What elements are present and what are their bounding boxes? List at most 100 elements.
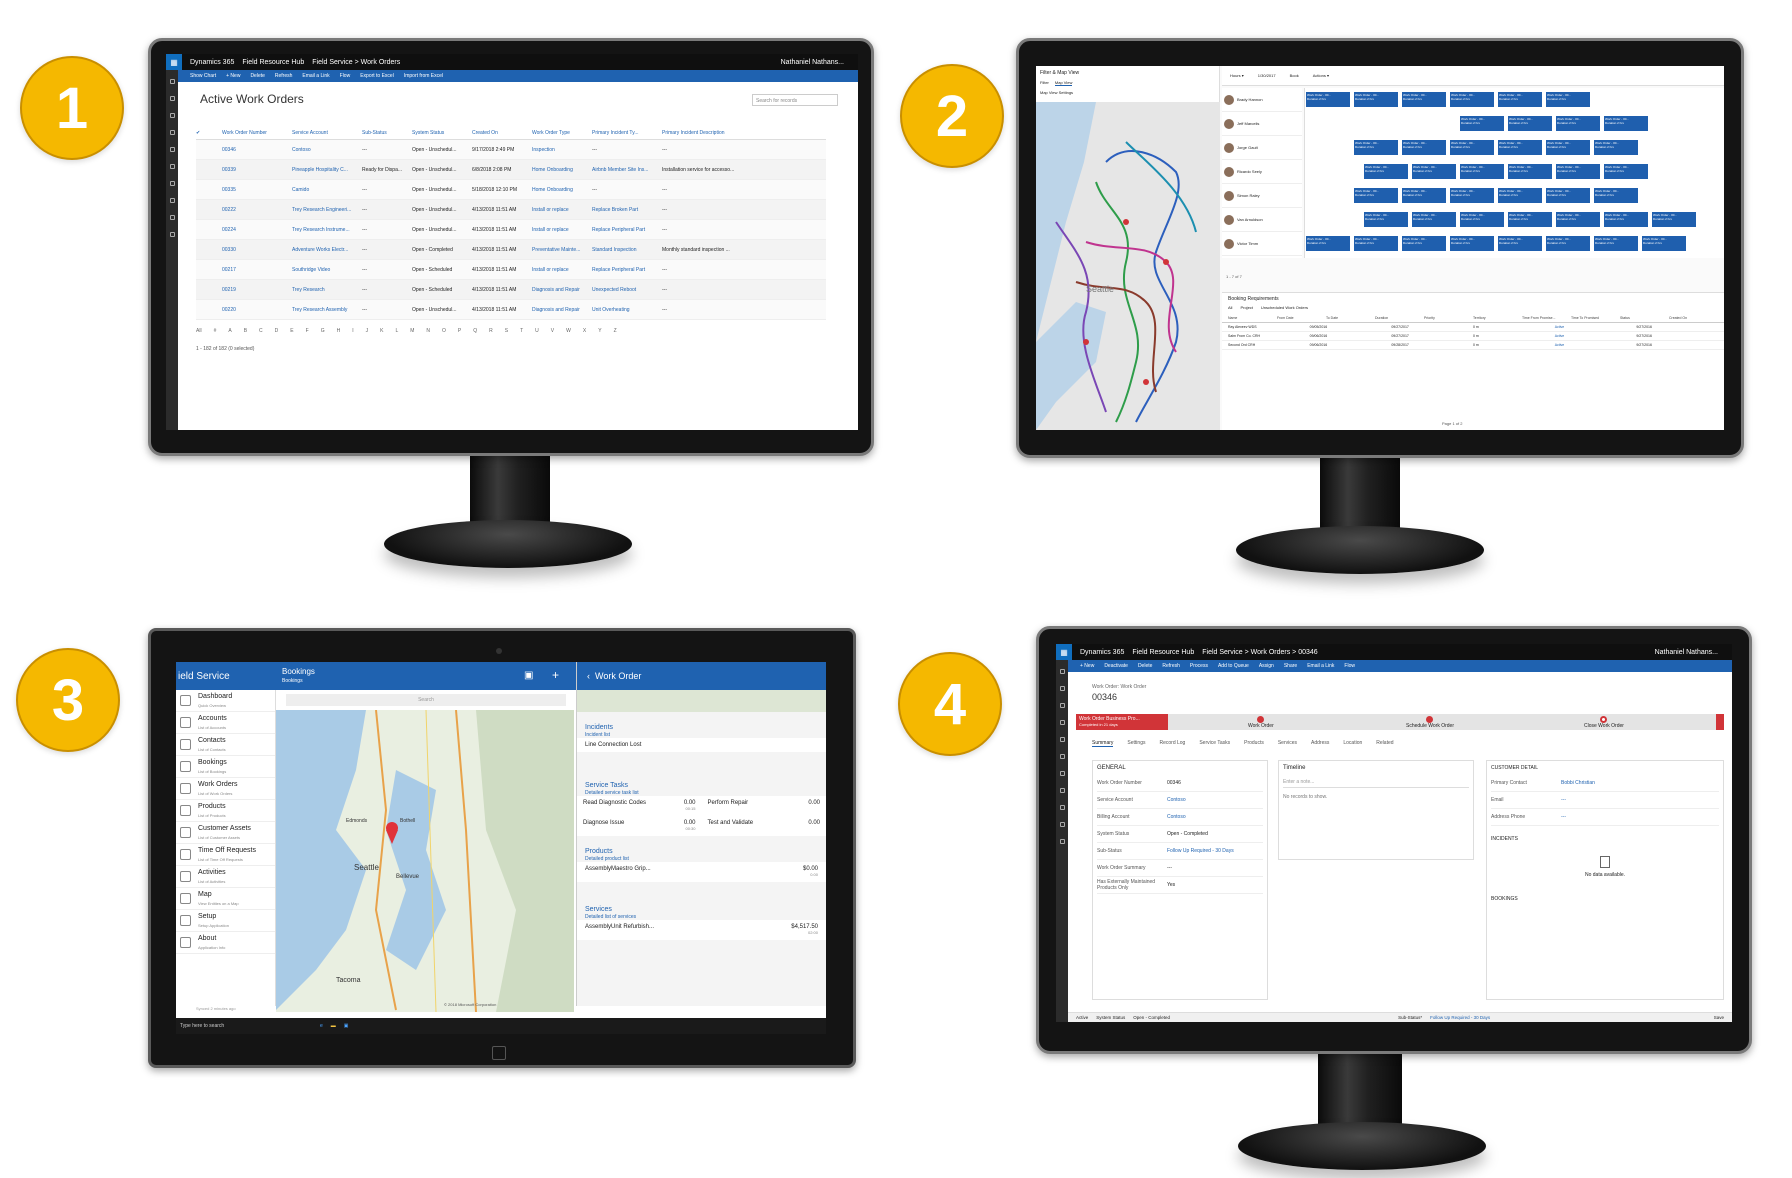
form-tab[interactable]: Record Log xyxy=(1159,740,1185,747)
booking-block[interactable]: Work Order - 00... Duration 2 hrs xyxy=(1545,235,1591,252)
booking-block[interactable]: Work Order - 00... Duration 2 hrs xyxy=(1401,187,1447,204)
table-cell[interactable]: Replace Peripheral Part xyxy=(592,267,662,273)
booking-block[interactable]: Work Order - 00... Duration 2 hrs xyxy=(1449,235,1495,252)
table-cell[interactable]: Home Onboarding xyxy=(532,167,592,173)
search-input[interactable]: Search for records xyxy=(752,94,838,106)
booking-block[interactable]: Work Order - 00... Duration 2 hrs xyxy=(1497,187,1543,204)
alpha-filter-item[interactable]: N xyxy=(426,328,430,334)
alpha-filter-item[interactable]: M xyxy=(410,328,414,334)
resource-row[interactable]: Jorge Gault xyxy=(1222,136,1302,160)
alpha-filter-item[interactable]: L xyxy=(395,328,398,334)
menu-item[interactable]: Accounts List of Accounts xyxy=(176,712,275,734)
table-cell[interactable]: Replace Broken Part xyxy=(592,207,662,213)
form-field[interactable]: Work Order Summary --- xyxy=(1097,860,1263,877)
alpha-filter-item[interactable]: V xyxy=(551,328,554,334)
req-column-header[interactable]: To Date xyxy=(1326,316,1375,320)
booking-block[interactable]: Work Order - 00... Duration 2 hrs xyxy=(1459,211,1505,228)
form-field[interactable]: Service Account Contoso xyxy=(1097,792,1263,809)
field-value[interactable]: Follow Up Required - 30 Days xyxy=(1167,848,1234,854)
booking-block[interactable]: Work Order - 00... Duration 2 hrs xyxy=(1363,163,1409,180)
command-button[interactable]: Add to Queue xyxy=(1218,663,1249,669)
col-primary-incident-type[interactable]: Primary Incident Ty... xyxy=(592,130,662,136)
command-button[interactable]: Share xyxy=(1284,663,1297,669)
requirement-row[interactable]: Salm From Co. CRH 09/06/2016 09/27/2017 0 m… xyxy=(1222,332,1724,341)
req-column-header[interactable]: From Date xyxy=(1277,316,1326,320)
field-value[interactable]: --- xyxy=(1561,797,1566,803)
app-launcher-icon[interactable]: ▦ xyxy=(1056,644,1072,660)
menu-item[interactable]: Activities List of Activities xyxy=(176,866,275,888)
sub-status-value[interactable]: Follow Up Required - 30 Days xyxy=(1430,1015,1490,1020)
booking-block[interactable]: Work Order - 00... Duration 2 hrs xyxy=(1593,187,1639,204)
booking-block[interactable]: Work Order - 00... Duration 2 hrs xyxy=(1507,163,1553,180)
service-item[interactable]: AssemblyUnit Refurbish... $4,517.50 02:00 xyxy=(577,920,826,940)
map-view-tab[interactable]: Map View xyxy=(1054,80,1073,86)
app-launcher-icon[interactable]: ▦ xyxy=(166,54,182,70)
col-sub-status[interactable]: Sub-Status xyxy=(362,130,412,136)
menu-item[interactable]: Work Orders List of Work Orders xyxy=(176,778,275,800)
alpha-filter-item[interactable]: R xyxy=(489,328,493,334)
booking-block[interactable]: Work Order - 00... Duration 2 hrs xyxy=(1545,91,1591,108)
field-value[interactable]: Yes xyxy=(1167,882,1175,888)
booking-block[interactable]: Work Order - 00... Duration 2 hrs xyxy=(1449,91,1495,108)
booking-block[interactable]: Work Order - 00... Duration 2 hrs xyxy=(1411,211,1457,228)
booking-block[interactable]: Work Order - 00... Duration 2 hrs xyxy=(1507,115,1553,132)
menu-item[interactable]: Setup Setup Application xyxy=(176,910,275,932)
booking-block[interactable]: Work Order - 00... Duration 2 hrs xyxy=(1459,115,1505,132)
col-created-on[interactable]: Created On xyxy=(472,130,532,136)
booking-block[interactable]: Work Order - 00... Duration 2 hrs xyxy=(1593,139,1639,156)
req-column-header[interactable]: Time From Promise... xyxy=(1522,316,1571,320)
alpha-filter-item[interactable]: U xyxy=(535,328,539,334)
table-row[interactable]: 00330 Adventure Works Electr... --- Open - … xyxy=(196,240,826,260)
field-value[interactable]: --- xyxy=(1561,814,1566,820)
booking-block[interactable]: Work Order - 00... Duration 2 hrs xyxy=(1603,115,1649,132)
flow-button[interactable]: Flow xyxy=(340,73,351,79)
booking-block[interactable]: Work Order - 00... Duration 2 hrs xyxy=(1459,163,1505,180)
resource-row[interactable]: Jeff Marcelis xyxy=(1222,112,1302,136)
contact-field[interactable]: Primary Contact Bobbi Christian xyxy=(1491,775,1719,792)
form-tab[interactable]: Address xyxy=(1311,740,1329,747)
booking-block[interactable]: Work Order - 00... Duration 2 hrs xyxy=(1449,139,1495,156)
stage-work-order[interactable]: Work Order xyxy=(1248,716,1274,729)
menu-item[interactable]: About Application Info xyxy=(176,932,275,954)
refresh-button[interactable]: Refresh xyxy=(275,73,293,79)
booking-block[interactable]: Work Order - 00... Duration 2 hrs xyxy=(1651,211,1697,228)
show-chart-button[interactable]: Show Chart xyxy=(190,73,216,79)
col-primary-incident-description[interactable]: Primary Incident Description xyxy=(662,130,752,136)
booking-block[interactable]: Work Order - 00... Duration 2 hrs xyxy=(1603,163,1649,180)
booking-block[interactable]: Work Order - 00... Duration 2 hrs xyxy=(1449,187,1495,204)
incident-item[interactable]: Line Connection Lost xyxy=(577,738,826,752)
col-service-account[interactable]: Service Account xyxy=(292,130,362,136)
booking-block[interactable]: Work Order - 00... Duration 2 hrs xyxy=(1507,211,1553,228)
table-cell[interactable]: 00219 xyxy=(222,287,292,293)
menu-item[interactable]: Map View Entities on a Map xyxy=(176,888,275,910)
command-button[interactable]: Flow xyxy=(1344,663,1355,669)
booking-block[interactable]: Work Order - 00... Duration 2 hrs xyxy=(1555,163,1601,180)
req-column-header[interactable]: Name xyxy=(1228,316,1277,320)
table-cell[interactable]: Adventure Works Electr... xyxy=(292,247,362,253)
form-tab[interactable]: Service Tasks xyxy=(1199,740,1230,747)
back-icon[interactable]: ‹ xyxy=(587,671,590,681)
booking-block[interactable]: Work Order - 00... Duration 2 hrs xyxy=(1545,139,1591,156)
table-cell[interactable]: 00346 xyxy=(222,147,292,153)
form-field[interactable]: Has Externally Maintained Products Only Y… xyxy=(1097,877,1263,894)
table-cell[interactable]: Camido xyxy=(292,187,362,193)
booking-block[interactable]: Work Order - 00... Duration 2 hrs xyxy=(1603,211,1649,228)
req-column-header[interactable]: Territory xyxy=(1473,316,1522,320)
service-task[interactable]: Test and Validate 0.00 xyxy=(702,816,827,836)
form-tab[interactable]: Settings xyxy=(1127,740,1145,747)
alpha-filter-item[interactable]: A xyxy=(228,328,231,334)
table-cell[interactable]: Airbnb Member Site Ins... xyxy=(592,167,662,173)
command-button[interactable]: + New xyxy=(1080,663,1094,669)
alpha-filter-item[interactable]: Y xyxy=(598,328,601,334)
booking-block[interactable]: Work Order - 00... Duration 2 hrs xyxy=(1353,187,1399,204)
alpha-filter-item[interactable]: X xyxy=(583,328,586,334)
table-row[interactable]: 00220 Trey Research Assembly --- Open - Uns… xyxy=(196,300,826,320)
table-row[interactable]: 00335 Camido --- Open - Unschedul... 5/18/20… xyxy=(196,180,826,200)
table-row[interactable]: 00339 Pineapple Hospitality C... Ready for… xyxy=(196,160,826,180)
alpha-filter-item[interactable]: B xyxy=(244,328,247,334)
table-cell[interactable]: Unit Overheating xyxy=(592,307,662,313)
stage-schedule-work-order[interactable]: Schedule Work Order xyxy=(1406,716,1454,729)
req-tab-all[interactable]: All xyxy=(1228,305,1232,310)
alpha-filter-item[interactable]: D xyxy=(275,328,279,334)
table-cell[interactable]: Southridge Video xyxy=(292,267,362,273)
